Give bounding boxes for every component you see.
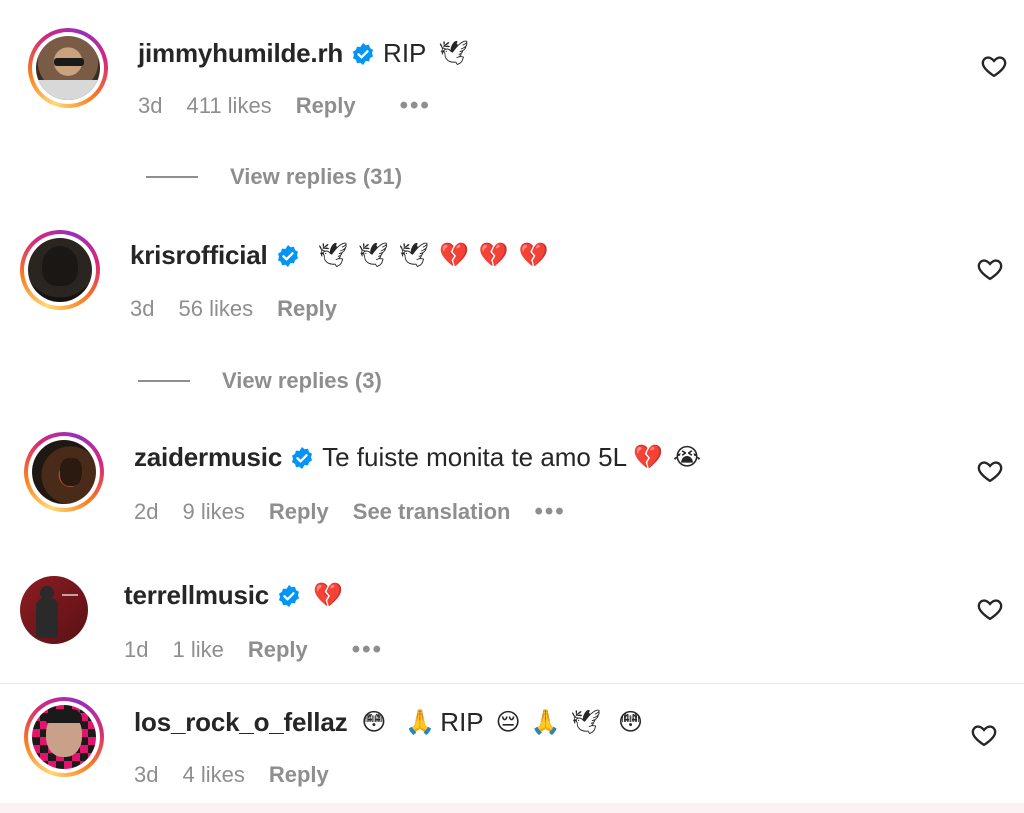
reply-button[interactable]: Reply: [296, 93, 356, 119]
more-options-icon[interactable]: •••: [400, 92, 431, 120]
dove-emoji: 🕊: [317, 241, 349, 269]
view-replies-button[interactable]: View replies (3): [138, 368, 382, 394]
like-count[interactable]: 4 likes: [182, 762, 244, 788]
verified-badge-icon: [277, 244, 298, 267]
crying-face-emoji: 😭: [672, 443, 701, 471]
reply-button[interactable]: Reply: [248, 637, 308, 663]
reply-button[interactable]: Reply: [269, 499, 329, 525]
broken-heart-emoji: 💔: [478, 241, 509, 269]
like-count[interactable]: 56 likes: [178, 296, 253, 322]
username[interactable]: terrellmusic: [124, 580, 269, 611]
view-replies-button[interactable]: View replies (31): [146, 164, 402, 190]
folded-hands-emoji: 🙏: [530, 708, 561, 736]
like-count[interactable]: 1 like: [172, 637, 223, 663]
heart-outline-icon[interactable]: [970, 721, 998, 749]
heart-outline-icon[interactable]: [980, 52, 1008, 80]
avatar[interactable]: [28, 28, 108, 108]
divider: [138, 380, 190, 382]
comment-time: 1d: [124, 637, 149, 662]
comment-time: 2d: [134, 499, 159, 524]
bottom-edge: [0, 803, 1024, 813]
like-count[interactable]: 9 likes: [182, 499, 244, 525]
verified-badge-icon: [292, 446, 313, 469]
see-translation-button[interactable]: See translation: [353, 499, 511, 525]
flushed-face-emoji: 😳: [618, 708, 644, 736]
heart-outline-icon[interactable]: [976, 457, 1004, 485]
comment-text: RIP: [383, 38, 427, 68]
view-replies-label[interactable]: View replies (3): [222, 368, 382, 394]
dove-emoji: 🕊: [438, 39, 469, 67]
broken-heart-emoji: 💔: [518, 241, 549, 269]
comment-time: 3d: [138, 93, 163, 118]
comment-time: 3d: [130, 296, 155, 321]
avatar[interactable]: [20, 576, 88, 644]
username[interactable]: krisrofficial: [130, 240, 268, 271]
heart-outline-icon[interactable]: [976, 255, 1004, 283]
verified-badge-icon: [353, 42, 374, 65]
pensive-face-emoji: 😔: [495, 708, 521, 736]
reply-button[interactable]: Reply: [269, 762, 329, 788]
avatar[interactable]: [20, 230, 100, 310]
comment-text: RIP: [440, 707, 484, 737]
comment-text: Te fuiste monita te amo 5L: [322, 442, 628, 472]
username[interactable]: los_rock_o_fellaz: [134, 707, 348, 738]
broken-heart-emoji: 💔: [313, 581, 343, 609]
folded-hands-emoji: 🙏: [405, 708, 436, 736]
more-options-icon[interactable]: •••: [534, 498, 565, 526]
verified-badge-icon: [279, 584, 300, 607]
comment-time: 3d: [134, 762, 159, 787]
flushed-face-emoji: 😳: [361, 708, 387, 736]
dove-emoji: 🕊: [398, 241, 429, 269]
divider: [146, 176, 198, 178]
dove-emoji: 🕊: [358, 241, 389, 269]
broken-heart-emoji: 💔: [438, 241, 469, 269]
reply-button[interactable]: Reply: [277, 296, 337, 322]
username[interactable]: jimmyhumilde.rh: [138, 38, 343, 69]
like-count[interactable]: 411 likes: [186, 93, 271, 119]
more-options-icon[interactable]: •••: [352, 636, 383, 664]
view-replies-label[interactable]: View replies (31): [230, 164, 402, 190]
avatar[interactable]: [24, 432, 104, 512]
username[interactable]: zaidermusic: [134, 442, 282, 473]
heart-outline-icon[interactable]: [976, 595, 1004, 623]
dove-emoji: 🕊: [570, 708, 602, 736]
broken-heart-emoji: 💔: [633, 443, 663, 471]
avatar[interactable]: [24, 697, 104, 777]
